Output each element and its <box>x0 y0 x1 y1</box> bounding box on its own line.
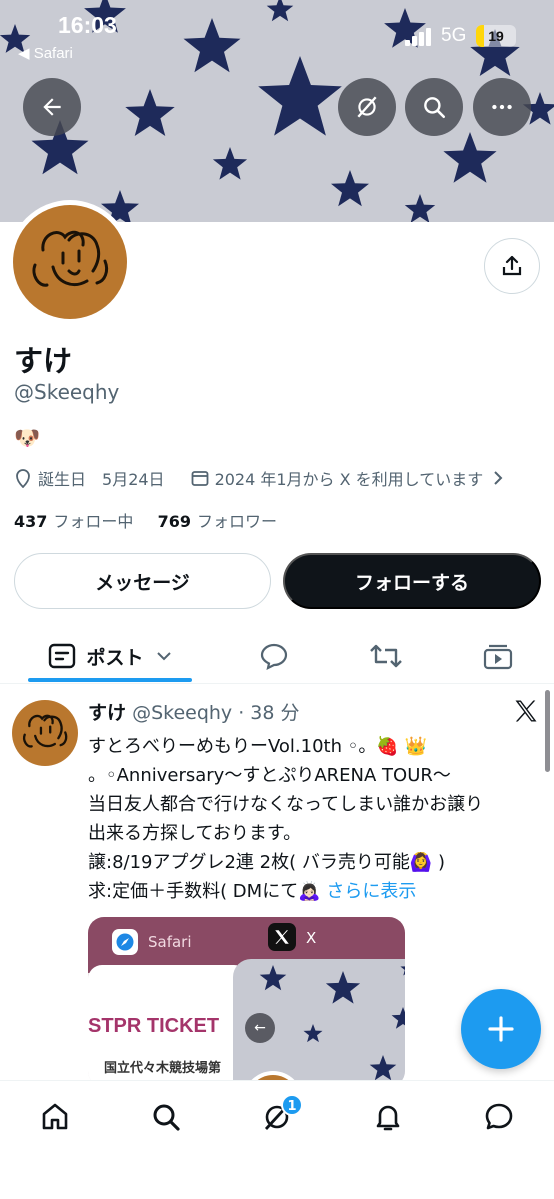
post-line: 求:定価＋手数料( DMにて🙇🏻‍♀️ <box>88 881 327 902</box>
media-star <box>391 1007 405 1029</box>
network-type: 5G <box>441 25 467 46</box>
post-line: 。◦Anniversary〜すとぷりARENA TOUR〜 <box>88 765 451 786</box>
banner-star <box>212 147 248 180</box>
post-meta: @Skeeqhy · 38 分 <box>132 702 300 724</box>
search-icon <box>153 1104 180 1131</box>
home-icon <box>42 1103 68 1130</box>
media-venue: 国立代々木競技場第 <box>104 1061 222 1076</box>
post-text: すとろべりーめもりーVol.10th ◦。🍓 👑 。◦Anniversary〜す… <box>88 732 528 906</box>
bell-icon <box>376 1105 400 1131</box>
post-line: すとろべりーめもりーVol.10th ◦。🍓 👑 <box>88 736 427 757</box>
media-star <box>259 965 287 991</box>
signal-icon <box>405 28 431 46</box>
calendar-icon <box>191 469 209 487</box>
avatar-face-drawing <box>23 714 68 748</box>
tab-posts[interactable]: ポスト <box>28 628 192 684</box>
birthday-value: 5月24日 <box>102 470 165 489</box>
video-icon <box>483 644 513 670</box>
tab-posts-label: ポスト <box>86 646 144 669</box>
grok-icon <box>357 96 377 118</box>
scrollbar[interactable] <box>545 690 550 772</box>
media-star <box>369 1055 397 1081</box>
nav-search[interactable] <box>138 1097 194 1137</box>
repost-icon <box>370 644 402 668</box>
avatar-face-drawing <box>32 230 109 287</box>
media-card-front: ← <box>233 959 405 1087</box>
media-app-label: Safari <box>148 933 192 951</box>
chevron-right-icon[interactable] <box>493 470 503 486</box>
show-more-link[interactable]: さらに表示 <box>326 881 416 902</box>
media-star <box>400 966 405 976</box>
follow-button[interactable]: フォローする <box>283 553 541 609</box>
banner-star <box>125 89 175 136</box>
back-to-app-link[interactable]: ◀ Safari <box>18 44 73 62</box>
battery-indicator: 19 <box>476 25 516 47</box>
nav-messages[interactable] <box>471 1097 527 1137</box>
banner-star <box>331 170 369 207</box>
followers-link[interactable]: 769 フォロワー <box>158 512 277 531</box>
share-icon <box>502 255 522 276</box>
post-line: 当日友人都合で行けなくなってしまい誰かお譲り <box>88 794 484 815</box>
profile-display-name: すけ <box>14 344 73 378</box>
nav-home[interactable] <box>27 1097 83 1137</box>
followers-label: フォロワー <box>197 512 278 531</box>
banner-star <box>404 194 436 222</box>
battery-level: 19 <box>488 28 504 44</box>
message-icon <box>485 1103 513 1130</box>
media-x-label: X <box>306 929 317 947</box>
more-icon <box>492 104 512 110</box>
post-author-avatar[interactable] <box>12 700 78 766</box>
follow-stats: 437 フォロー中 769 フォロワー <box>14 508 277 532</box>
reply-icon <box>260 643 288 670</box>
birthday-label: 誕生日 <box>38 470 87 489</box>
notification-badge: 1 <box>281 1094 303 1116</box>
x-logo-icon <box>515 700 537 722</box>
back-button[interactable] <box>23 78 81 136</box>
joined-date: 2024 年1月から X を利用しています <box>214 470 484 489</box>
status-time: 16:03 <box>58 12 117 38</box>
media-ticket-title: STPR TICKET <box>88 1015 220 1037</box>
posts-tab-icon <box>49 643 76 669</box>
post-media-image[interactable]: Safari X ← STPR TICKET 国立代々木競技場第 <box>88 917 405 1087</box>
status-bar: 16:03 ◀ Safari 5G 19 <box>0 0 554 70</box>
more-button[interactable] <box>473 78 531 136</box>
tab-media[interactable] <box>470 628 526 684</box>
share-button[interactable] <box>484 238 540 294</box>
tab-reposts[interactable] <box>358 628 414 684</box>
post-line: 譲:8/19アプグレ2連 2枚( バラ売り可能🙆‍♀️ ) <box>88 852 446 873</box>
compose-post-button[interactable] <box>461 989 541 1069</box>
bottom-nav <box>0 1080 554 1199</box>
message-button[interactable]: メッセージ <box>14 553 271 609</box>
post-line: 出来る方探しております。 <box>88 823 302 844</box>
chevron-down-icon <box>156 652 171 661</box>
arrow-left-icon <box>43 98 61 116</box>
nav-notifications[interactable] <box>360 1097 416 1137</box>
x-app-icon <box>268 923 296 951</box>
post-header: すけ @Skeeqhy · 38 分 <box>88 698 300 725</box>
followers-count: 769 <box>157 512 192 531</box>
profile-handle: @Skeeqhy <box>14 380 120 404</box>
tab-replies[interactable] <box>246 628 302 684</box>
post-author-name[interactable]: すけ <box>88 702 126 724</box>
media-back-icon: ← <box>245 1013 275 1043</box>
following-label: フォロー中 <box>53 512 134 531</box>
profile-tabs: ポスト <box>0 628 554 684</box>
grok-button[interactable] <box>338 78 396 136</box>
plus-icon <box>488 1016 514 1042</box>
following-count: 437 <box>14 512 48 531</box>
search-icon <box>424 97 446 119</box>
following-link[interactable]: 437 フォロー中 <box>14 512 133 531</box>
profile-bio: 🐶 <box>14 426 41 450</box>
search-button[interactable] <box>405 78 463 136</box>
banner-star <box>443 132 497 183</box>
media-star <box>325 971 361 1004</box>
safari-icon <box>112 929 138 955</box>
media-star <box>303 1024 323 1043</box>
birthday-icon <box>14 468 32 488</box>
active-tab-indicator <box>28 678 192 682</box>
profile-avatar[interactable] <box>8 200 132 324</box>
profile-meta: 誕生日 5月24日 2024 年1月から X を利用しています <box>14 466 509 490</box>
